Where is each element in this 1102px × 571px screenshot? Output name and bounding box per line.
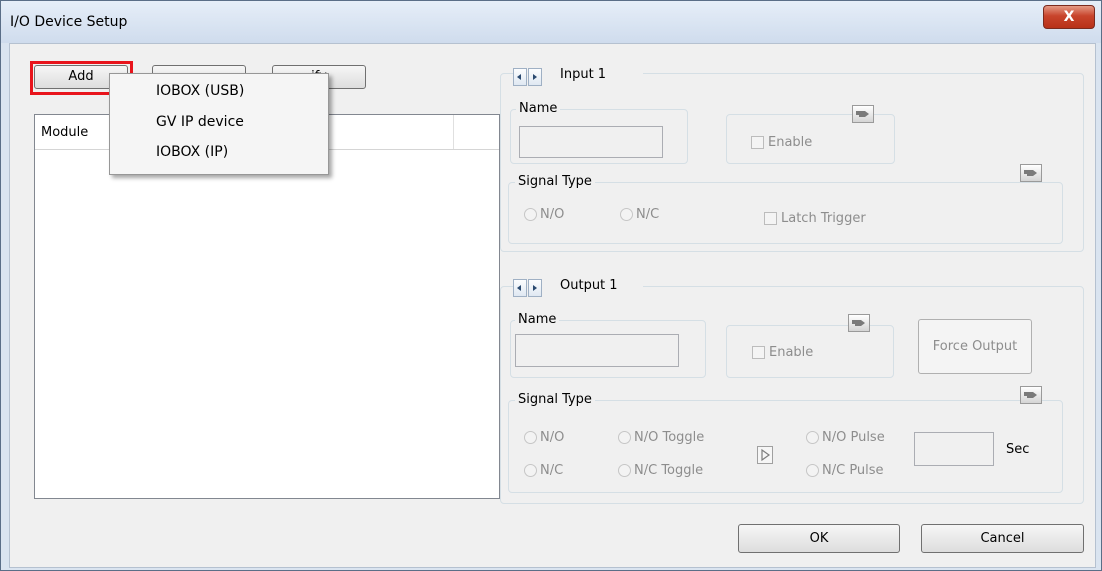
play-icon: [761, 448, 771, 462]
input-latch-checkbox[interactable]: [764, 212, 777, 225]
close-button[interactable]: X: [1043, 5, 1095, 29]
input-name-field[interactable]: [519, 126, 663, 158]
force-output-label: Force Output: [932, 339, 1018, 354]
input-enable-label: Enable: [768, 135, 813, 150]
output-next-button[interactable]: [528, 279, 542, 297]
output-no-pulse-label: N/O Pulse: [822, 430, 885, 445]
input-no-radio[interactable]: [524, 208, 537, 221]
title-bar[interactable]: I/O Device Setup X: [1, 1, 1101, 43]
output-no-label: N/O: [540, 430, 565, 445]
output-nc-pulse-radio[interactable]: [806, 464, 819, 477]
menu-item-iobox-ip[interactable]: IOBOX (IP): [156, 144, 228, 160]
output-prev-button[interactable]: [513, 279, 527, 297]
hand-pointer-icon: [856, 111, 869, 117]
input-prev-button[interactable]: [513, 68, 527, 86]
output-name-label: Name: [515, 312, 560, 327]
output-pulse-seconds-field[interactable]: [914, 432, 994, 466]
cancel-button[interactable]: Cancel: [921, 524, 1084, 553]
arrow-right-icon: [533, 74, 537, 80]
input-next-button[interactable]: [528, 68, 542, 86]
ok-button[interactable]: OK: [738, 524, 900, 553]
input-nc-label: N/C: [636, 207, 660, 222]
output-nc-radio[interactable]: [524, 464, 537, 477]
hand-pointer-icon: [852, 320, 865, 326]
add-dropdown-menu: IOBOX (USB) GV IP device IOBOX (IP): [109, 73, 329, 175]
input-no-label: N/O: [540, 207, 565, 222]
output-title: Output 1: [560, 278, 618, 293]
output-no-toggle-radio[interactable]: [618, 431, 631, 444]
input-title: Input 1: [560, 67, 607, 82]
io-device-setup-window: I/O Device Setup X Add ify Module: [0, 0, 1102, 571]
force-output-button[interactable]: Force Output: [918, 319, 1032, 374]
window-title: I/O Device Setup: [10, 14, 128, 30]
output-enable-label: Enable: [769, 345, 814, 360]
module-column-header[interactable]: Module: [41, 125, 88, 140]
cancel-button-label: Cancel: [980, 531, 1025, 546]
output-nav: Output 1: [513, 276, 643, 298]
input-enable-checkbox[interactable]: [751, 136, 764, 149]
output-sec-label: Sec: [1006, 442, 1030, 457]
output-enable-checkbox[interactable]: [752, 346, 765, 359]
output-name-field[interactable]: [515, 334, 679, 367]
input-nc-radio[interactable]: [620, 208, 633, 221]
output-signal-hand-icon[interactable]: [1020, 386, 1042, 404]
input-latch-label: Latch Trigger: [781, 211, 866, 226]
menu-item-gv-ip-device[interactable]: GV IP device: [156, 114, 244, 130]
hand-pointer-icon: [1024, 170, 1037, 176]
input-signal-hand-icon[interactable]: [1020, 164, 1042, 182]
output-no-toggle-label: N/O Toggle: [634, 430, 705, 445]
arrow-left-icon: [517, 74, 521, 80]
output-no-pulse-radio[interactable]: [806, 431, 819, 444]
input-name-label: Name: [516, 101, 561, 116]
output-enable-hand-icon[interactable]: [848, 314, 870, 332]
input-enable-hand-icon[interactable]: [852, 105, 874, 123]
output-pulse-play-button[interactable]: [757, 446, 773, 464]
arrow-right-icon: [533, 285, 537, 291]
menu-item-iobox-usb[interactable]: IOBOX (USB): [156, 83, 244, 99]
output-nc-toggle-label: N/C Toggle: [634, 463, 704, 478]
output-no-radio[interactable]: [524, 431, 537, 444]
ok-button-label: OK: [809, 531, 829, 546]
column-divider[interactable]: [453, 115, 454, 149]
input-signal-type-label: Signal Type: [515, 174, 595, 189]
input-nav: Input 1: [513, 66, 643, 88]
hand-pointer-icon: [1024, 392, 1037, 398]
output-nc-toggle-radio[interactable]: [618, 464, 631, 477]
output-nc-label: N/C: [540, 463, 564, 478]
output-signal-type-label: Signal Type: [515, 392, 595, 407]
output-nc-pulse-label: N/C Pulse: [822, 463, 884, 478]
arrow-left-icon: [517, 285, 521, 291]
